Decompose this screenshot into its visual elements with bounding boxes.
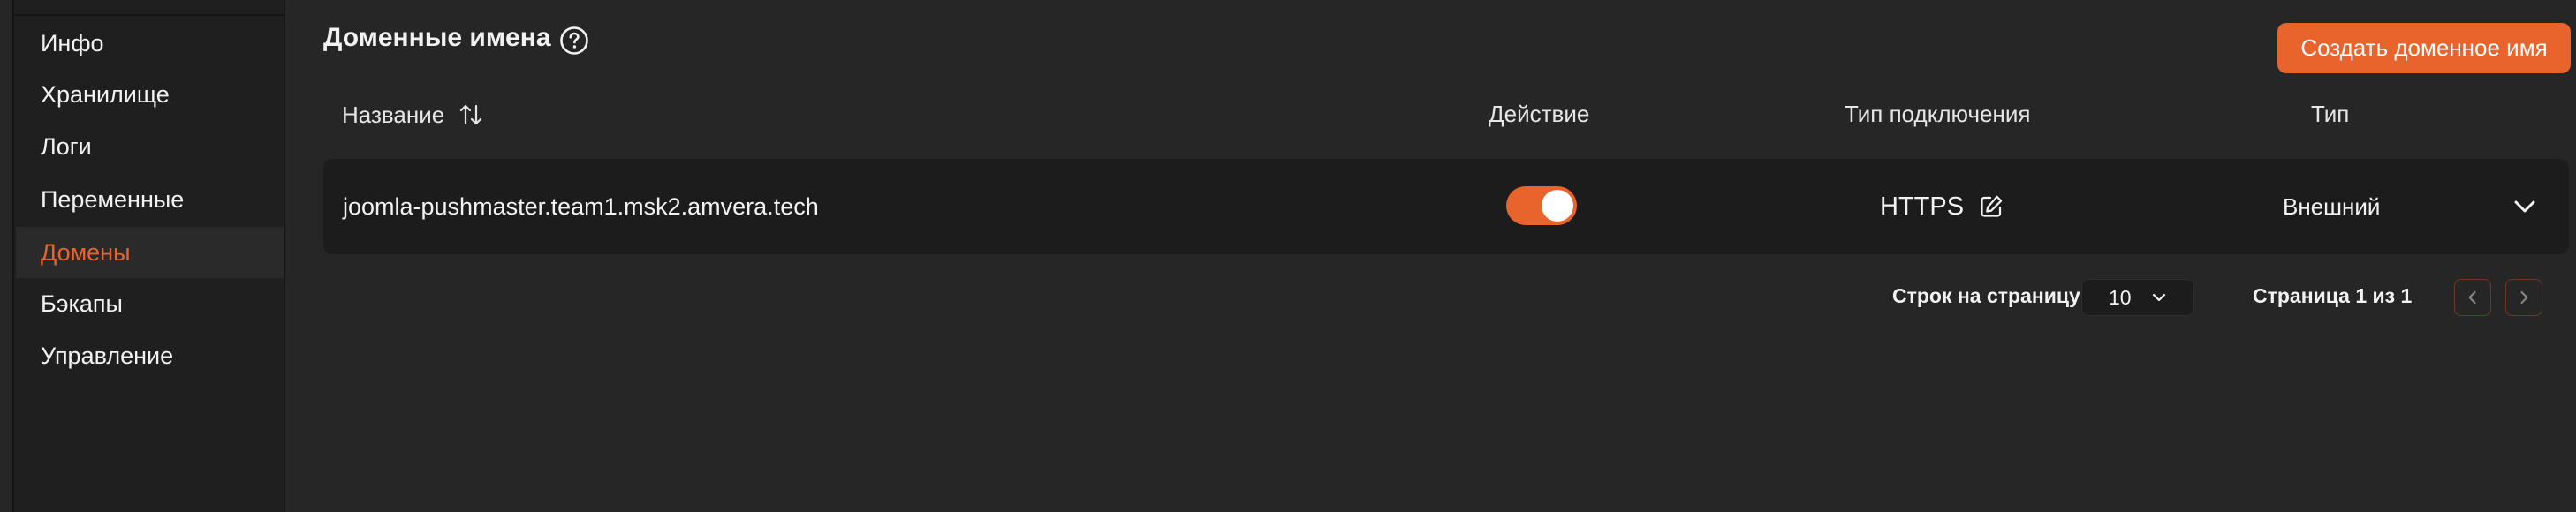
rows-per-page-select[interactable]: 10	[2081, 279, 2194, 316]
chevron-down-icon	[2152, 293, 2165, 302]
domain-type: Внешний	[2283, 192, 2381, 220]
rows-per-page-value: 10	[2109, 285, 2132, 309]
sidebar-top-divider	[14, 0, 284, 16]
column-header-name-label: Название	[342, 101, 445, 128]
connection-type-value: HTTPS	[1880, 192, 1965, 221]
sidebar: Инфо Хранилище Логи Переменные Домены Бэ…	[12, 0, 285, 512]
chevron-down-icon[interactable]	[2509, 191, 2541, 222]
sidebar-item-variables[interactable]: Переменные	[16, 174, 284, 225]
rows-per-page-label: Строк на страницу	[1892, 284, 2080, 307]
sidebar-item-logs[interactable]: Логи	[16, 121, 284, 172]
domain-enabled-toggle[interactable]	[1506, 186, 1577, 225]
column-header-type: Тип	[2311, 101, 2350, 127]
sidebar-item-storage[interactable]: Хранилище	[16, 69, 284, 120]
help-circle-icon[interactable]	[559, 26, 589, 56]
chevron-right-icon	[2520, 291, 2528, 304]
column-header-name[interactable]: Название	[342, 101, 485, 129]
domain-name: joomla-pushmaster.team1.msk2.amvera.tech	[343, 192, 819, 220]
toggle-knob	[1542, 190, 1573, 222]
column-header-action: Действие	[1489, 101, 1590, 127]
edit-icon[interactable]	[1978, 193, 2004, 220]
sidebar-item-management[interactable]: Управление	[16, 330, 284, 381]
next-page-button[interactable]	[2505, 279, 2542, 316]
sidebar-item-domains[interactable]: Домены	[16, 227, 284, 278]
sort-icon[interactable]	[457, 101, 485, 129]
page-info: Страница 1 из 1	[2253, 284, 2413, 307]
create-domain-button[interactable]: Создать доменное имя	[2277, 23, 2571, 73]
previous-page-button[interactable]	[2454, 279, 2491, 316]
chevron-left-icon	[2468, 291, 2476, 304]
connection-type-cell: HTTPS	[1880, 159, 2004, 254]
column-header-connection-type: Тип подключения	[1845, 101, 2031, 127]
sidebar-item-backups[interactable]: Бэкапы	[16, 278, 284, 329]
sidebar-item-info[interactable]: Инфо	[16, 18, 284, 69]
page-title: Доменные имена	[323, 23, 551, 52]
table-row: joomla-pushmaster.team1.msk2.amvera.tech…	[323, 159, 2569, 254]
app-root: Инфо Хранилище Логи Переменные Домены Бэ…	[0, 0, 2576, 512]
